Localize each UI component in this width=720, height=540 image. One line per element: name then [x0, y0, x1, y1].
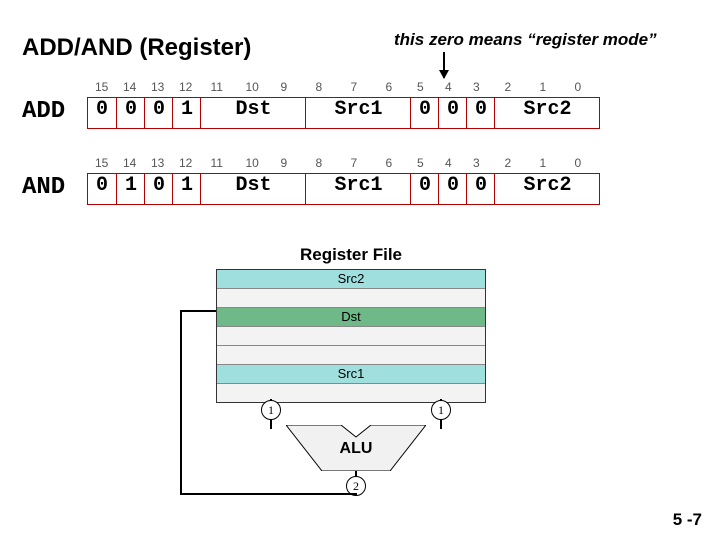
- page-title: ADD/AND (Register): [22, 34, 251, 62]
- wire-fb-vert: [180, 310, 182, 495]
- alu: ALU: [286, 425, 426, 471]
- field: 0: [410, 174, 439, 204]
- bit-index: 2: [505, 80, 512, 94]
- bit-index: 4: [445, 156, 452, 170]
- bit-index: 13: [151, 156, 164, 170]
- bit-index: 14: [123, 80, 136, 94]
- field: Src1: [305, 174, 411, 204]
- wire-label-1b: 1: [431, 400, 451, 420]
- field: Src2: [494, 98, 600, 128]
- bit-index: 2: [505, 156, 512, 170]
- register-file: Register File Src2 Dst Src1: [216, 245, 486, 403]
- mode-annotation: this zero means “register mode”: [394, 30, 657, 50]
- bit-index: 3: [473, 156, 480, 170]
- field: 0: [88, 98, 116, 128]
- bit-index: 7: [351, 156, 358, 170]
- bit-index: 0: [575, 80, 582, 94]
- wire-label-1a: 1: [261, 400, 281, 420]
- field: 0: [466, 98, 495, 128]
- field: 0: [466, 174, 495, 204]
- field: 1: [116, 174, 145, 204]
- register-file-title: Register File: [216, 245, 486, 265]
- encoding-add: 0001DstSrc1000Src2: [87, 97, 600, 129]
- regfile-row: [217, 326, 485, 345]
- bit-index: 0: [575, 156, 582, 170]
- field: Dst: [200, 98, 306, 128]
- field: Src2: [494, 174, 600, 204]
- field: 0: [144, 98, 173, 128]
- regfile-dst: Dst: [217, 307, 485, 326]
- bit-index: 12: [179, 156, 192, 170]
- field: 1: [172, 98, 201, 128]
- regfile-row: [217, 288, 485, 307]
- bit-index: 8: [316, 80, 323, 94]
- regfile-row: [217, 383, 485, 402]
- bit-index: 10: [246, 156, 259, 170]
- field: 0: [144, 174, 173, 204]
- alu-label: ALU: [286, 440, 426, 458]
- bit-index: 9: [281, 156, 288, 170]
- bit-index: 6: [386, 156, 393, 170]
- bit-index: 4: [445, 80, 452, 94]
- regfile-src2: Src2: [217, 270, 485, 288]
- field: Dst: [200, 174, 306, 204]
- regfile-row: [217, 345, 485, 364]
- wire-fb-top: [180, 310, 216, 312]
- bit-index: 3: [473, 80, 480, 94]
- bit-index: 14: [123, 156, 136, 170]
- regfile-src1: Src1: [217, 364, 485, 383]
- mnemonic-and: AND: [22, 174, 65, 201]
- field: Src1: [305, 98, 411, 128]
- encoding-and: 0101DstSrc1000Src2: [87, 173, 600, 205]
- mnemonic-add: ADD: [22, 98, 65, 125]
- annotation-arrow: [443, 52, 445, 78]
- bit-index: 5: [417, 156, 424, 170]
- register-file-box: Src2 Dst Src1: [216, 269, 486, 403]
- bit-index: 8: [316, 156, 323, 170]
- bit-index: 1: [540, 80, 547, 94]
- bit-index: 15: [95, 156, 108, 170]
- bit-index: 11: [211, 80, 223, 94]
- bit-index: 12: [179, 80, 192, 94]
- bit-indices-add: 1514131211109876543210: [87, 80, 598, 94]
- bit-index: 6: [386, 80, 393, 94]
- field: 0: [88, 174, 116, 204]
- field: 0: [116, 98, 145, 128]
- field: 0: [410, 98, 439, 128]
- bit-index: 15: [95, 80, 108, 94]
- bit-index: 11: [211, 156, 223, 170]
- bit-index: 5: [417, 80, 424, 94]
- field: 1: [172, 174, 201, 204]
- wire-fb-bot: [180, 493, 357, 495]
- field: 0: [438, 174, 467, 204]
- bit-index: 10: [246, 80, 259, 94]
- bit-index: 1: [540, 156, 547, 170]
- bit-index: 9: [281, 80, 288, 94]
- field: 0: [438, 98, 467, 128]
- page-number: 5 -7: [673, 510, 702, 530]
- bit-indices-and: 1514131211109876543210: [87, 156, 598, 170]
- bit-index: 7: [351, 80, 358, 94]
- bit-index: 13: [151, 80, 164, 94]
